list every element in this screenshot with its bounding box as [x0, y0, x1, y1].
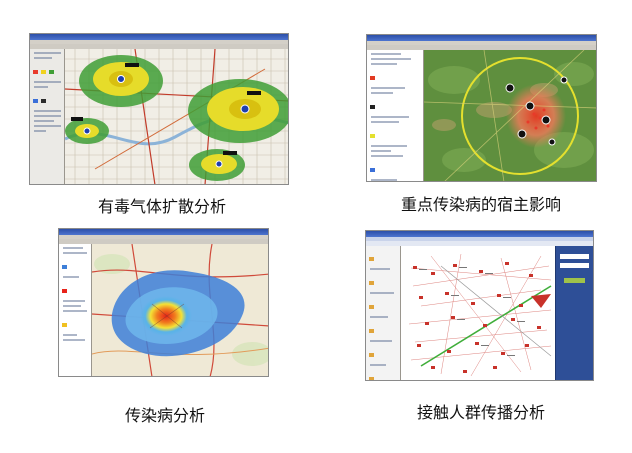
caption-host-impact: 重点传染病的宿主影响 — [400, 195, 561, 214]
caption-disease-analysis: 传染病分析 — [124, 406, 205, 425]
hotspot-area — [506, 84, 566, 148]
query-input[interactable] — [560, 254, 589, 259]
terrain-map[interactable] — [424, 50, 596, 181]
map-canvas — [424, 50, 596, 181]
host-impact-screenshot — [366, 34, 597, 182]
layer-legend — [30, 49, 65, 184]
case-list — [366, 246, 401, 380]
caption-gas-dispersion: 有毒气体扩散分析 — [97, 197, 226, 216]
density-core — [140, 296, 192, 336]
plume-1 — [79, 55, 163, 107]
network-graph[interactable] — [401, 246, 557, 380]
map-canvas — [65, 49, 288, 184]
plume-3 — [188, 79, 288, 143]
table-of-contents — [59, 244, 92, 376]
density-map[interactable] — [92, 244, 268, 376]
gas-dispersion-screenshot — [29, 33, 289, 185]
contact-transmission-screenshot — [365, 230, 594, 381]
query-panel — [555, 246, 593, 380]
plume-2 — [65, 118, 109, 144]
street-map[interactable] — [65, 49, 288, 184]
map-canvas — [92, 244, 268, 376]
layer-tree — [367, 50, 424, 181]
graph-canvas — [401, 246, 557, 380]
caption-contact-transmission: 接触人群传播分析 — [416, 403, 545, 422]
query-button[interactable] — [564, 278, 585, 283]
disease-analysis-screenshot — [58, 228, 269, 377]
query-input-2[interactable] — [560, 263, 589, 268]
